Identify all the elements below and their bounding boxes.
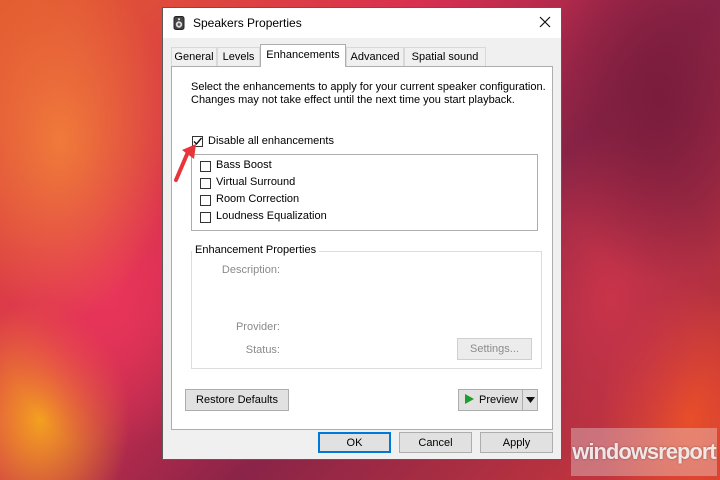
tab-label: Enhancements (266, 49, 340, 61)
tab-label: Levels (222, 51, 255, 63)
tab-enhancements[interactable]: Enhancements (260, 44, 346, 67)
loudness-equalization-label[interactable]: Loudness Equalization (216, 210, 327, 222)
chevron-down-icon (525, 397, 535, 403)
description-label: Description: (221, 264, 280, 276)
enhancement-properties-legend: Enhancement Properties (192, 244, 320, 256)
room-correction-label[interactable]: Room Correction (216, 193, 299, 205)
cancel-button[interactable]: Cancel (399, 432, 472, 453)
bass-boost-label[interactable]: Bass Boost (216, 159, 272, 171)
room-correction-checkbox[interactable] (200, 195, 211, 206)
tab-levels[interactable]: Levels (217, 47, 260, 66)
virtual-surround-label[interactable]: Virtual Surround (216, 176, 295, 188)
watermark-logo: windowsreport (571, 428, 717, 476)
close-icon (539, 16, 551, 31)
speakers-properties-dialog: Speakers Properties General Levels Enhan… (162, 7, 562, 460)
enhancements-description: Select the enhancements to apply for you… (191, 81, 546, 106)
speaker-icon (172, 16, 186, 30)
ok-label: OK (346, 436, 363, 449)
tab-label: Advanced (350, 51, 400, 63)
tab-general[interactable]: General (171, 47, 217, 66)
settings-button[interactable]: Settings... (457, 338, 532, 360)
preview-dropdown-toggle[interactable] (522, 390, 537, 410)
bass-boost-checkbox[interactable] (200, 161, 211, 172)
annotation-arrow-icon (174, 144, 196, 182)
ok-button[interactable]: OK (318, 432, 391, 453)
play-icon (463, 393, 475, 408)
apply-label: Apply (502, 436, 531, 449)
tab-label: General (174, 51, 214, 63)
tab-spatial-sound[interactable]: Spatial sound (404, 47, 486, 66)
cancel-label: Cancel (418, 436, 453, 449)
status-label: Status: (245, 344, 280, 356)
provider-label: Provider: (235, 321, 280, 333)
loudness-equalization-checkbox[interactable] (200, 212, 211, 223)
watermark-text: windowsreport (572, 439, 716, 464)
enhancements-panel: Select the enhancements to apply for you… (171, 66, 553, 430)
window-title: Speakers Properties (193, 16, 302, 30)
preview-button[interactable]: Preview (458, 389, 538, 411)
apply-button[interactable]: Apply (480, 432, 553, 453)
restore-defaults-label: Restore Defaults (196, 394, 278, 406)
enhancements-list: Bass Boost Virtual Surround Room Correct… (191, 154, 538, 231)
title-bar[interactable]: Speakers Properties (163, 8, 561, 38)
restore-defaults-button[interactable]: Restore Defaults (185, 389, 289, 411)
virtual-surround-checkbox[interactable] (200, 178, 211, 189)
tab-label: Spatial sound (411, 51, 479, 63)
preview-label: Preview (479, 394, 519, 406)
tab-advanced[interactable]: Advanced (346, 47, 404, 66)
disable-all-label[interactable]: Disable all enhancements (208, 135, 334, 147)
settings-button-label: Settings... (470, 343, 519, 355)
close-button[interactable] (529, 8, 561, 38)
